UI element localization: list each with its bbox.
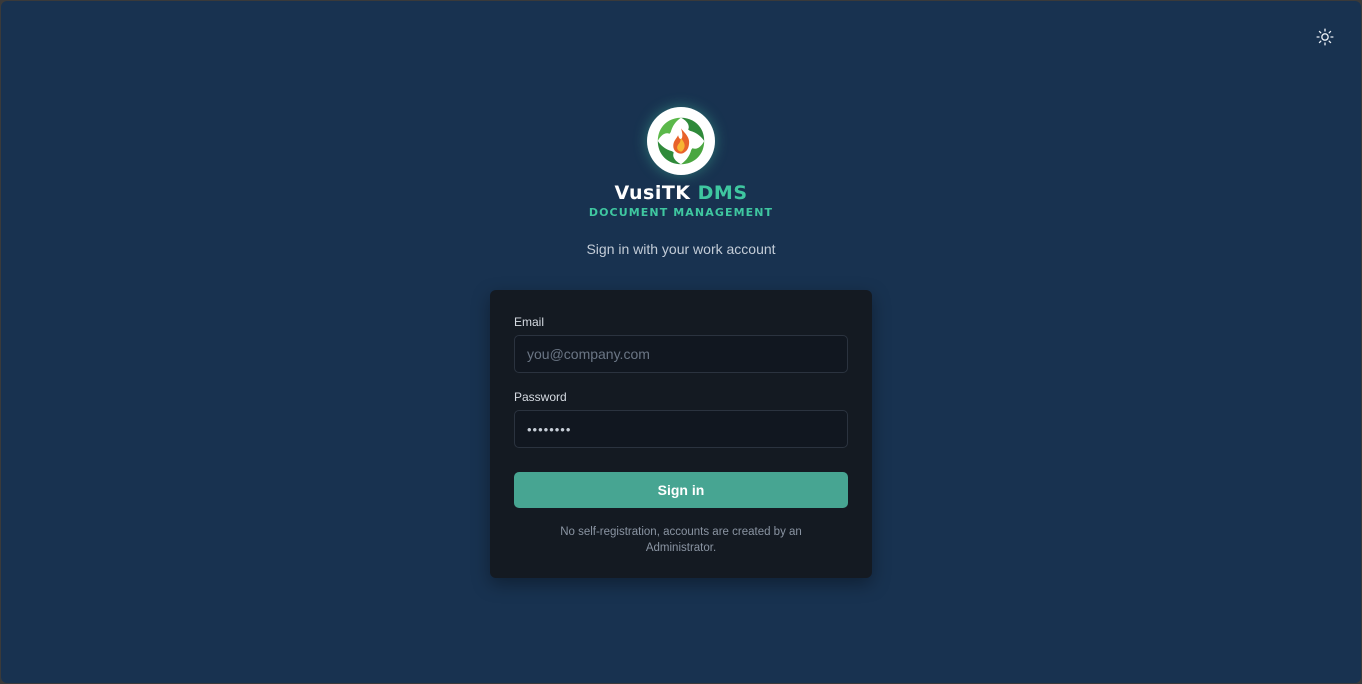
- app-name-primary: VusiTK: [614, 182, 691, 204]
- brand-header: VusiTK DMS DOCUMENT MANAGEMENT Sign in w…: [1, 107, 1361, 258]
- password-field[interactable]: [514, 410, 848, 448]
- email-field[interactable]: [514, 335, 848, 373]
- app-name: VusiTK DMS: [614, 181, 747, 205]
- app-name-accent: DMS: [697, 182, 748, 204]
- signin-tagline: Sign in with your work account: [586, 241, 776, 257]
- login-screen: VusiTK DMS DOCUMENT MANAGEMENT Sign in w…: [1, 1, 1361, 683]
- theme-toggle-button[interactable]: [1313, 25, 1337, 49]
- login-card: Email Password Sign in No self-registrat…: [490, 290, 872, 578]
- app-subtitle: DOCUMENT MANAGEMENT: [588, 206, 774, 219]
- password-label: Password: [514, 390, 567, 404]
- recycle-flame-logo: [652, 112, 710, 170]
- registration-note: No self-registration, accounts are creat…: [560, 526, 802, 554]
- email-label: Email: [514, 315, 545, 329]
- sun-icon: [1316, 28, 1334, 46]
- sign-in-button[interactable]: Sign in: [514, 472, 848, 508]
- app-logo: [647, 107, 715, 175]
